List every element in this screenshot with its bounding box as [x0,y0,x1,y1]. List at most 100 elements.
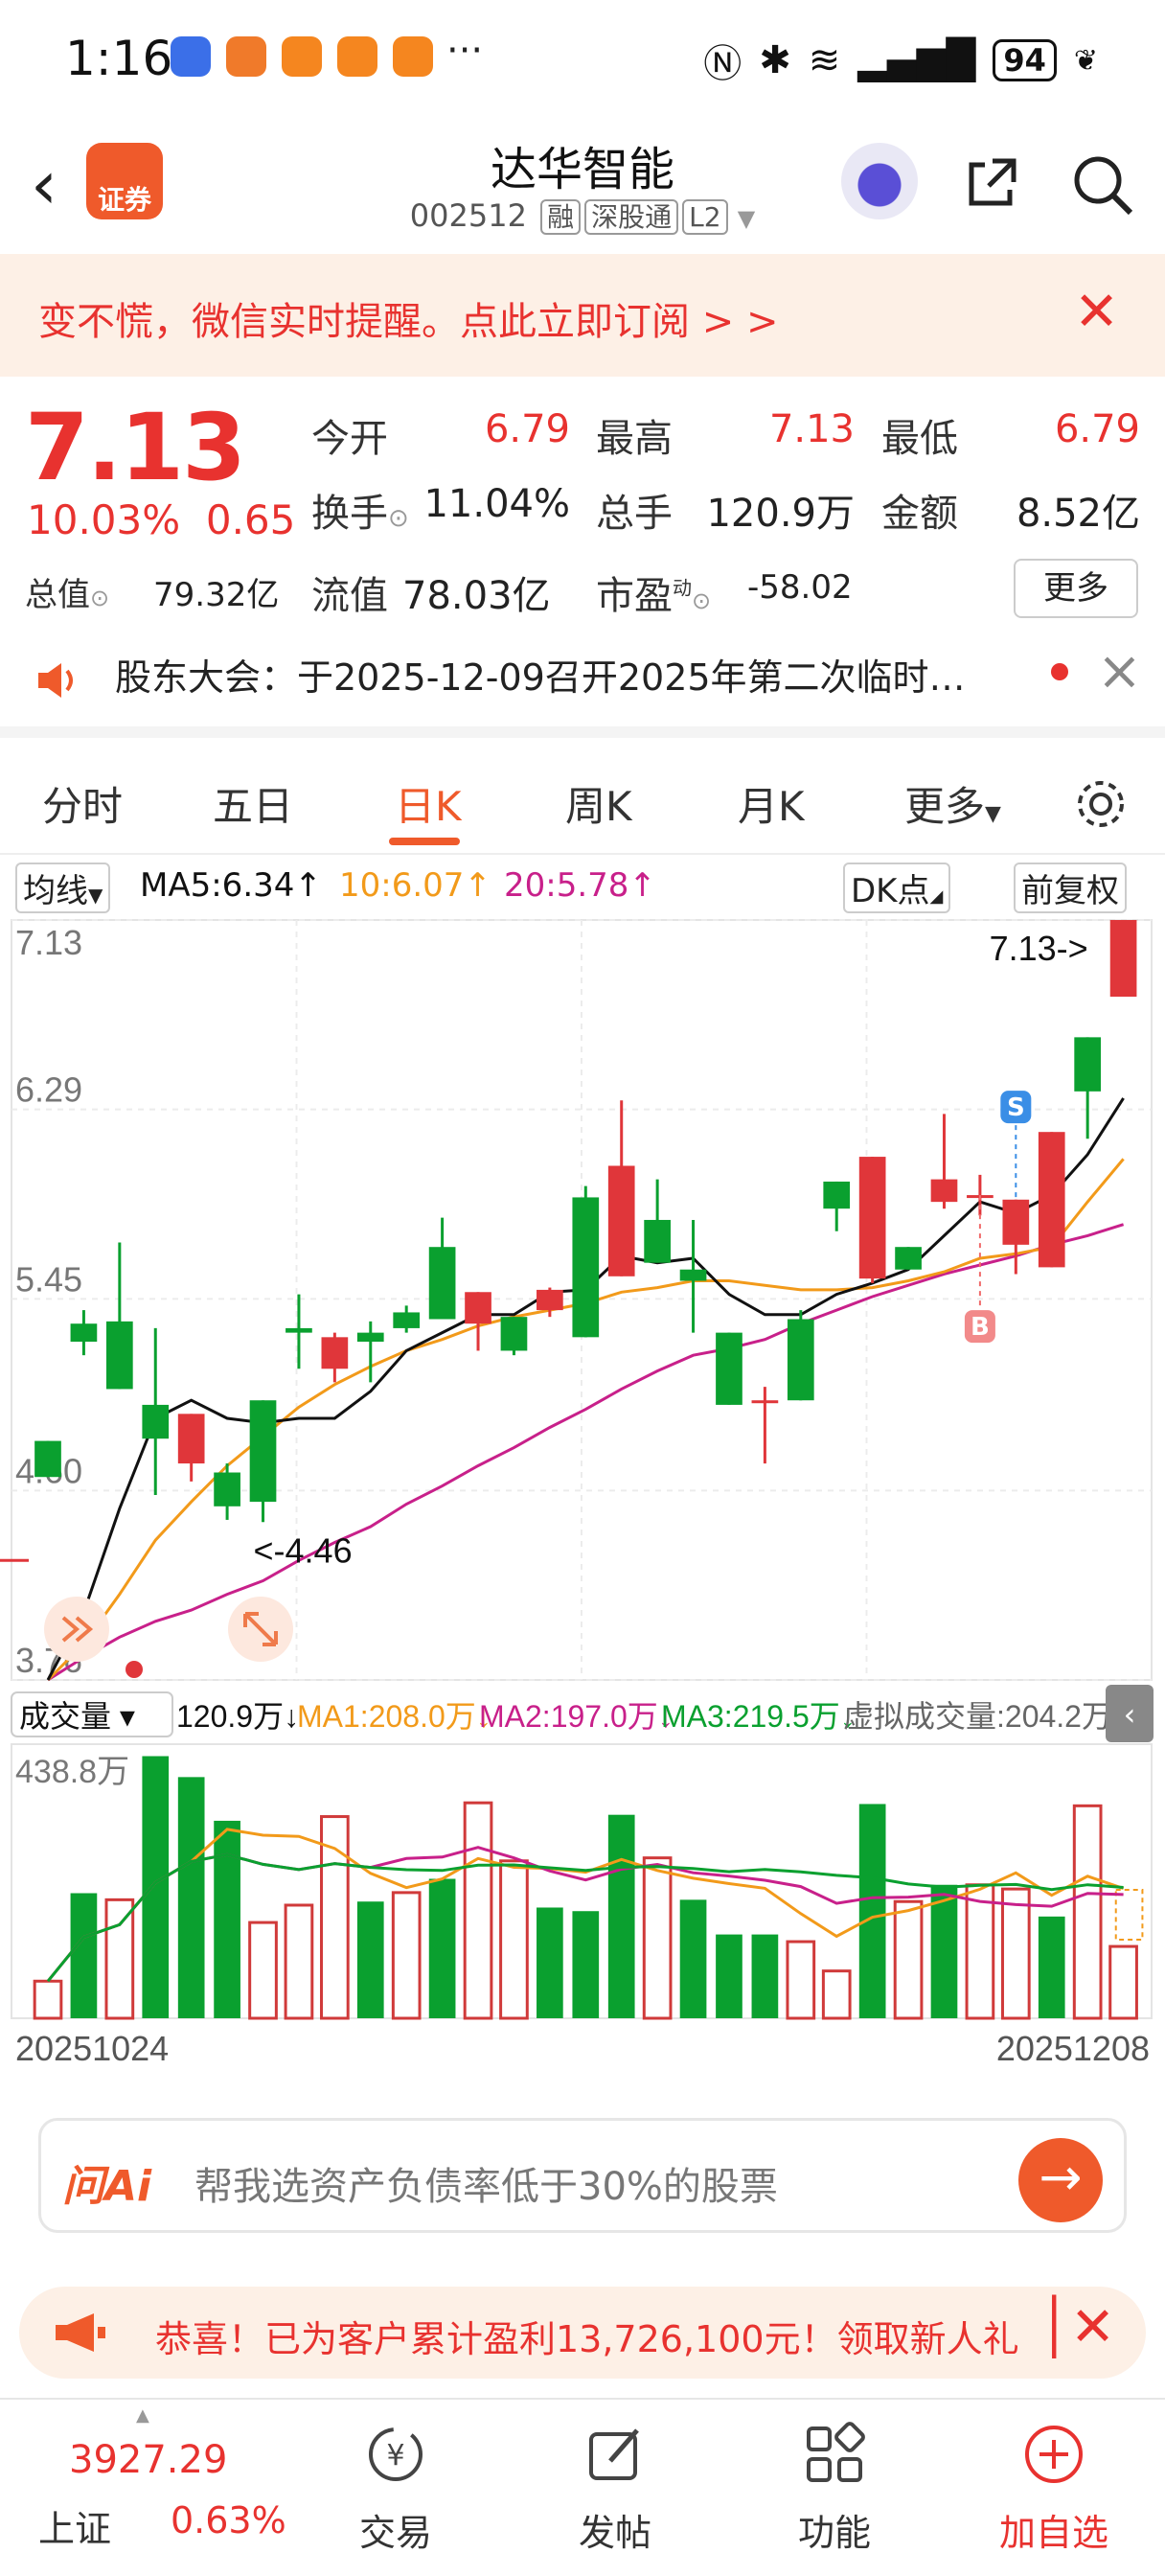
virtual-volume-box [1114,1889,1144,1941]
nav-trade[interactable]: 交易 [319,2503,472,2556]
candle-body [751,1400,779,1404]
candle-body [823,1181,851,1209]
quote-panel: 7.13 10.03% 0.65 今开 6.79 最高 7.13 最低 6.79… [0,377,1165,640]
ai-prompt[interactable]: 帮我选资产负债率低于30%的股票 [194,2155,778,2211]
amount-value: 8.52亿 [1016,492,1140,536]
pe-value: -58.02 [747,568,853,607]
candle-body [34,1440,61,1478]
post-icon[interactable] [582,2421,649,2488]
volume-bar [284,1903,314,2020]
date-start-label: 20251024 [15,2029,169,2068]
candle-body [428,1247,456,1320]
volume-title: 成交量 ▾ [19,1699,135,1734]
volume-bar [893,1899,924,2020]
candle [1109,920,1137,998]
arrow-right-icon[interactable]: → [1018,2138,1103,2222]
candle-body [930,1179,958,1203]
volume-bar [463,1801,493,2020]
volume-bar [214,1820,240,2018]
ma5-value: MA5:6.34↑ [140,866,322,905]
candle-body [286,1327,312,1333]
period-tabs: 分时 五日 日K 周K 月K 更多▼ [0,738,1165,855]
announcement-text: 股东大会：于2025-12-09召开2025年第二次临时… [115,656,966,699]
close-icon[interactable]: × [1097,640,1142,702]
indicator-bar: 均线▼ MA5:6.34↑ 10:6.07↑ 20:5.78↑ DK点◢ 前复权 [0,855,1165,918]
tab-daily-k[interactable]: 日K [395,774,462,833]
search-icon[interactable] [1071,153,1134,217]
functions-icon[interactable] [801,2421,868,2488]
candle [142,1327,170,1496]
candle [105,1242,133,1390]
index-name: 上证 [38,2508,112,2550]
candle-body [895,1247,922,1270]
subscribe-banner[interactable]: 变不慌，微信实时提醒。点此立即订阅 > > ✕ [0,254,1165,377]
nav-add-watchlist[interactable]: 加自选 [977,2503,1131,2556]
candle [393,1305,421,1333]
candle [930,1114,958,1209]
volume-current: 120.9万↓ [176,1699,299,1734]
assistant-robot-icon[interactable] [841,143,918,219]
more-button[interactable]: 更多 [1014,559,1138,618]
kline-chart[interactable]: 7.136.295.454.603.76 7.13-><-4.46SB 成交量 … [0,918,1165,2097]
volume-label: 总手 [596,492,673,536]
tab-intraday[interactable]: 分时 [42,774,123,833]
tab-more[interactable]: 更多▼ [904,774,1001,833]
volume-bar [142,1756,170,2018]
candle [1074,1037,1102,1139]
add-watchlist-icon[interactable] [1020,2421,1087,2488]
wifi-icon: ≋ [808,38,841,82]
volume-bar [428,1878,456,2018]
low-value: 6.79 [1054,407,1140,451]
change-percent: 10.03% [27,496,181,543]
tab-five-day[interactable]: 五日 [213,774,293,833]
volume-ma2: MA2:197.0万↓ [479,1699,674,1734]
indicator-select[interactable]: 均线▼ [15,862,111,913]
candle [607,1100,635,1276]
megaphone-icon [56,2313,105,2352]
gear-icon[interactable] [1073,776,1129,832]
tab-monthly-k[interactable]: 月K [738,774,805,833]
candle-body [249,1400,277,1503]
virtual-volume: 虚拟成交量:204.2万 [843,1699,1112,1734]
nav-post[interactable]: 发帖 [538,2503,692,2556]
volume-max-label: 438.8万 [15,1754,129,1790]
close-icon[interactable]: ✕ [1074,281,1119,343]
volume-bar [33,1979,63,2020]
volume-bar [499,1859,529,2020]
candle-body [142,1404,170,1439]
candle [286,1294,312,1369]
close-icon[interactable]: │✕ [1038,2296,1115,2358]
volume-bar [177,1777,205,2018]
promo-banner[interactable]: 恭喜！已为客户累计盈利13,726,100元！领取新人礼 │✕ [19,2287,1146,2379]
trade-icon[interactable]: ¥ [362,2421,429,2488]
tab-weekly-k[interactable]: 周K [565,774,632,833]
nav-functions[interactable]: 功能 [758,2503,911,2556]
candle-body [177,1414,205,1464]
ma20-value: 20:5.78↑ [504,866,656,905]
chevron-left-icon: ‹ [1124,1696,1136,1733]
volume-ma1: MA1:208.0万↓ [297,1699,491,1734]
buy-marker-text: B [971,1313,990,1342]
candle-body [105,1321,133,1390]
app-icon [226,36,266,77]
volume-bar [1108,1944,1138,2020]
share-icon[interactable] [964,153,1021,211]
candle [500,1317,528,1356]
volume-bar [642,1856,673,2020]
announcement-bar[interactable]: 股东大会：于2025-12-09召开2025年第二次临时… × [0,640,1165,726]
candle-body [572,1197,600,1338]
ai-search-box[interactable]: 问Ai 帮我选资产负债率低于30%的股票 → [38,2118,1127,2233]
unread-dot [1051,663,1068,680]
last-price: 7.13 [25,394,246,501]
candle-body [787,1319,814,1401]
banner-text: 变不慌，微信实时提醒。点此立即订阅 > > [38,300,779,344]
candle-body [607,1165,635,1276]
sell-marker-text: S [1007,1093,1025,1122]
candle-body [500,1317,528,1351]
adjust-select[interactable]: 前复权 [1014,862,1127,913]
candle [679,1219,707,1333]
candle-body [393,1312,421,1328]
app-icon [171,36,211,77]
dk-point-select[interactable]: DK点◢ [843,862,951,913]
app-icon [393,36,433,77]
